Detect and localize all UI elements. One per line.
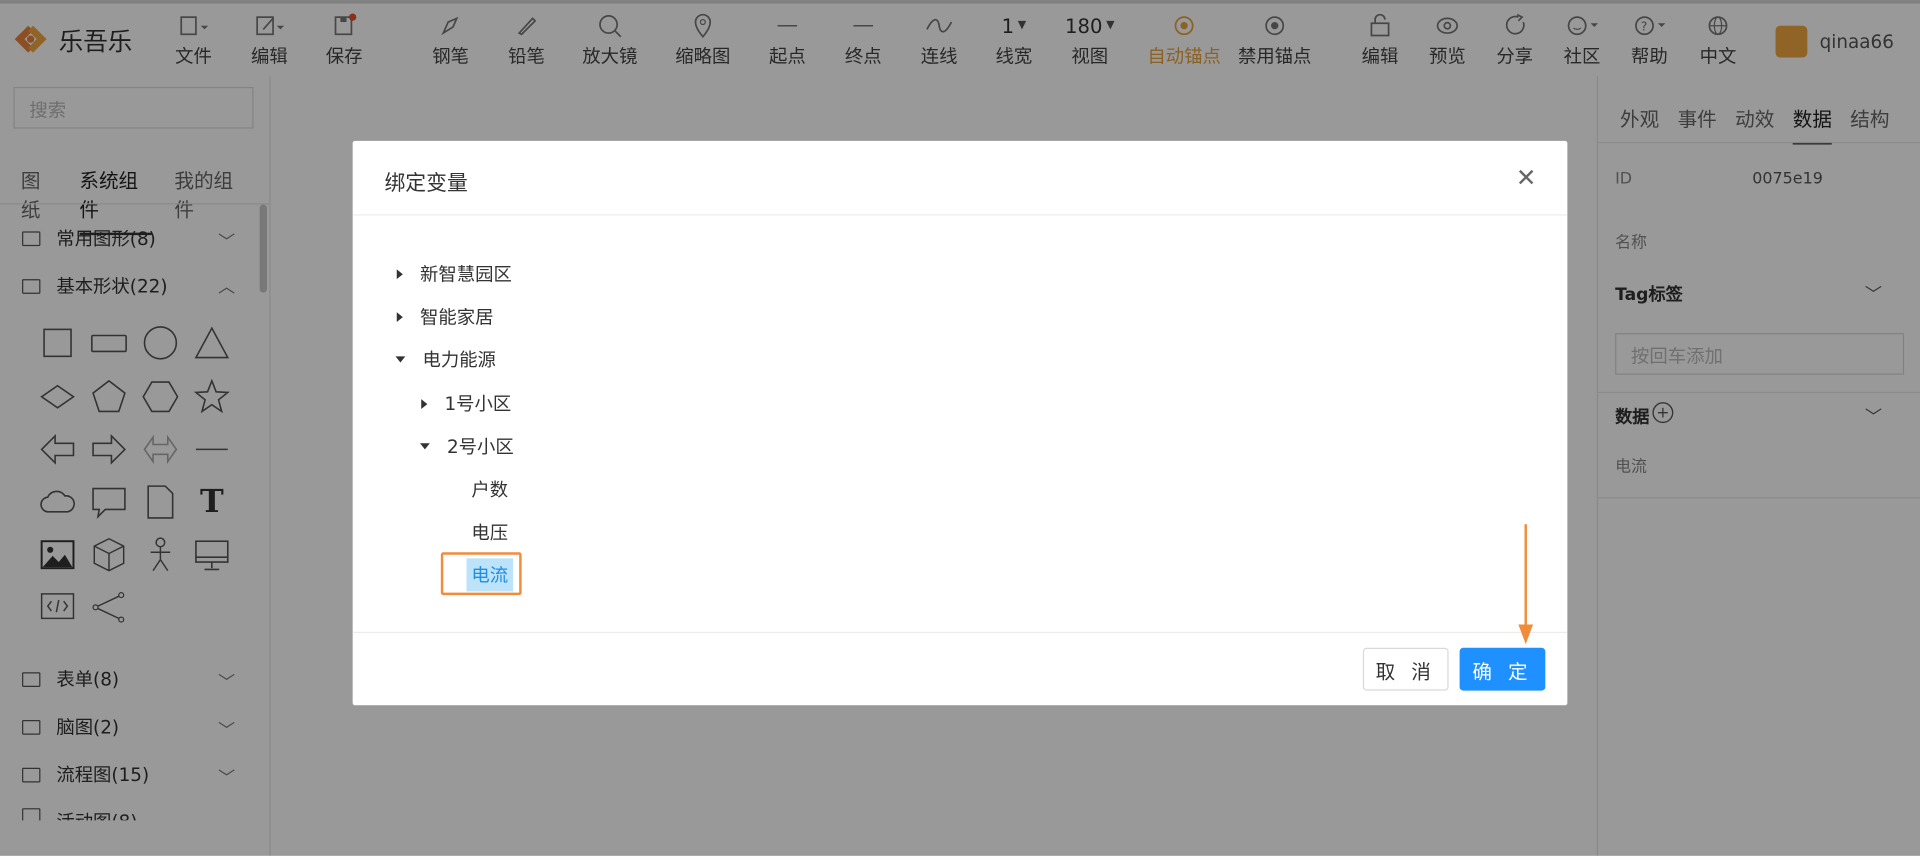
tree-node-community-2[interactable]: 2号小区 xyxy=(420,433,514,459)
tree-node-smart-home[interactable]: 智能家居 xyxy=(396,304,493,330)
tree-leaf-voltage[interactable]: 电压 xyxy=(471,519,508,545)
tree-node-power-energy[interactable]: 电力能源 xyxy=(395,347,496,373)
dialog-title: 绑定变量 xyxy=(384,171,468,196)
cancel-button[interactable]: 取 消 xyxy=(1362,647,1449,691)
close-icon[interactable]: ✕ xyxy=(1516,163,1537,192)
caret-right-icon[interactable] xyxy=(421,398,428,409)
highlight-box xyxy=(440,552,522,596)
confirm-button[interactable]: 确 定 xyxy=(1459,647,1546,691)
divider xyxy=(352,214,1568,216)
tree-node-community-1[interactable]: 1号小区 xyxy=(421,391,511,417)
tree-leaf-households[interactable]: 户数 xyxy=(471,476,508,502)
tree-node-smart-park[interactable]: 新智慧园区 xyxy=(396,261,512,287)
divider xyxy=(352,631,1568,634)
caret-right-icon[interactable] xyxy=(396,311,403,322)
caret-down-icon[interactable] xyxy=(395,356,406,363)
app-window: 乐吾乐 文件 编辑 保存 钢笔 铅笔 放大镜 缩略图 起点 终点 连线 1 ▼ … xyxy=(0,0,1920,856)
caret-right-icon[interactable] xyxy=(396,268,403,279)
bind-variable-dialog: 绑定变量 ✕ 新智慧园区 智能家居 电力能源 1号小区 2号小区 户数 电压 电… xyxy=(352,140,1568,706)
caret-down-icon[interactable] xyxy=(420,443,430,450)
annotation-arrow xyxy=(1518,524,1534,645)
